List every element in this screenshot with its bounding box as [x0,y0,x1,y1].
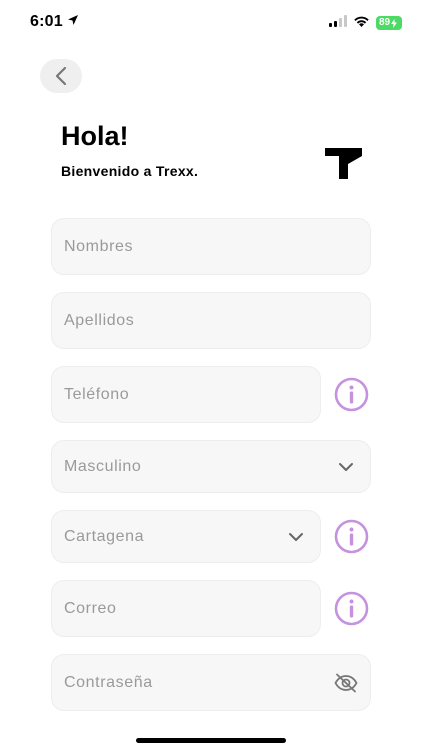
nombres-placeholder: Nombres [64,237,134,255]
register-screen: 6:01 89 Hola! Bienvenido a Trexx. Nombre… [0,0,422,750]
signal-icon [329,14,347,32]
page-title: Hola! [61,121,129,151]
chevron-left-icon [55,66,67,86]
nombres-field[interactable]: Nombres [51,218,371,275]
apellidos-field[interactable]: Apellidos [51,292,371,349]
charging-bolt-icon [391,18,398,28]
battery-indicator: 89 [376,16,402,30]
trexx-logo [325,148,362,184]
genero-select[interactable]: Masculino [51,440,371,493]
genero-value: Masculino [64,457,142,475]
status-time-label: 6:01 [30,13,63,30]
status-indicators: 89 [329,14,402,32]
back-button[interactable] [40,59,82,93]
wifi-icon [353,14,370,32]
page-subtitle: Bienvenido a Trexx. [61,163,199,179]
contrasena-placeholder: Contraseña [64,673,153,691]
location-arrow-icon [67,13,79,31]
status-bar: 6:01 89 [0,0,422,46]
contrasena-field[interactable]: Contraseña [51,654,371,711]
telefono-field[interactable]: Teléfono [51,366,321,423]
battery-level: 89 [379,17,391,28]
correo-info-icon[interactable] [334,591,369,626]
eye-slash-icon[interactable] [334,671,358,695]
ciudad-value: Cartagena [64,527,145,545]
home-indicator [136,738,286,743]
correo-placeholder: Correo [64,599,117,617]
apellidos-placeholder: Apellidos [64,311,135,329]
telefono-info-icon[interactable] [334,377,369,412]
status-time: 6:01 [30,13,79,31]
correo-field[interactable]: Correo [51,580,321,637]
ciudad-info-icon[interactable] [334,519,369,554]
ciudad-select[interactable]: Cartagena [51,510,321,563]
telefono-placeholder: Teléfono [64,385,130,403]
chevron-down-icon [284,525,308,549]
chevron-down-icon [334,455,358,479]
